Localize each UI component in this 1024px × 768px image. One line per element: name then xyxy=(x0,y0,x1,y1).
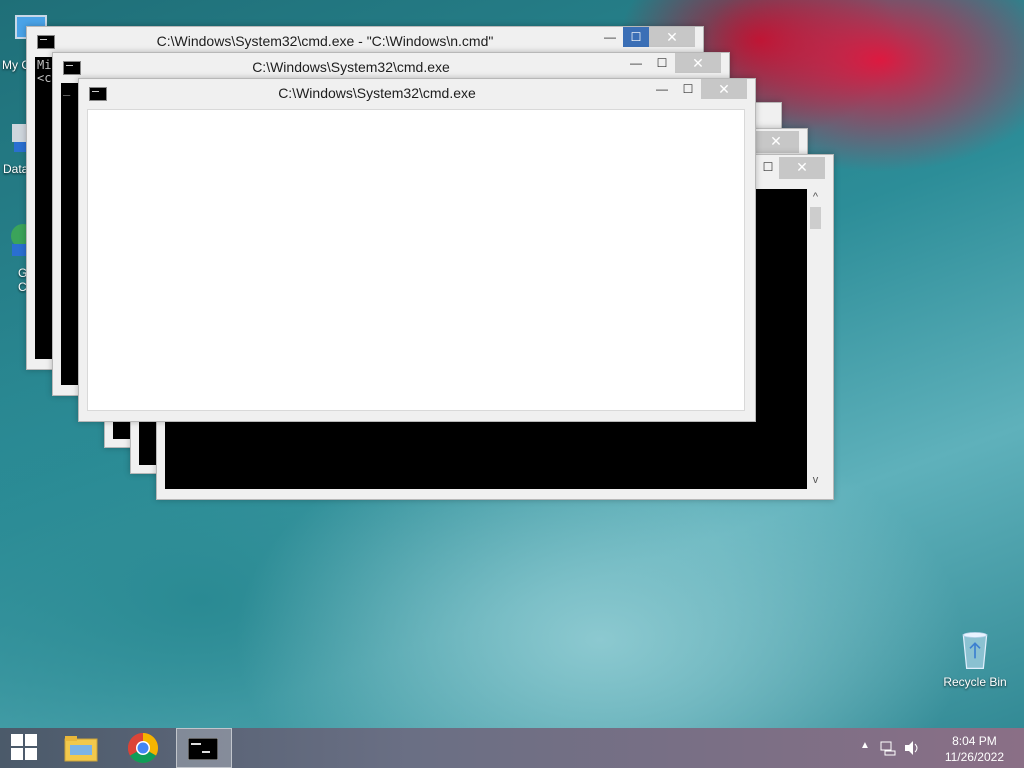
vertical-scrollbar[interactable]: ^ v xyxy=(807,189,824,489)
scroll-up-arrow[interactable]: ^ xyxy=(807,189,824,206)
console-area: _ xyxy=(61,83,79,385)
windows-logo-icon xyxy=(11,734,37,760)
cmd-icon xyxy=(37,35,55,49)
close-button[interactable]: ✕ xyxy=(779,157,825,179)
clock-date: 11/26/2022 xyxy=(944,750,1004,764)
volume-icon[interactable] xyxy=(904,740,922,756)
cmd-icon xyxy=(188,738,218,760)
scroll-down-arrow[interactable]: v xyxy=(807,472,824,489)
system-tray: ▲ xyxy=(854,728,934,768)
folder-icon xyxy=(64,736,98,762)
maximize-button[interactable]: ☐ xyxy=(755,157,781,177)
close-button[interactable]: ✕ xyxy=(649,27,695,47)
cmd-window-front[interactable]: C:\Windows\System32\cmd.exe — ☐ ✕ xyxy=(78,78,756,422)
recycle-bin-icon xyxy=(962,632,988,669)
cmd-icon xyxy=(89,87,107,101)
show-hidden-icons-icon[interactable]: ▲ xyxy=(860,740,870,751)
close-button[interactable]: ✕ xyxy=(701,79,747,99)
title-bar[interactable]: C:\Windows\System32\cmd.exe — ☐ ✕ xyxy=(79,79,755,105)
console-cursor: _ xyxy=(63,82,71,96)
cmd-icon xyxy=(63,61,81,75)
scroll-thumb[interactable] xyxy=(810,207,821,229)
maximize-button[interactable]: ☐ xyxy=(649,53,675,73)
desktop-label-data: Data xyxy=(3,162,29,176)
console-line: <c xyxy=(37,71,52,85)
console-area-blank xyxy=(87,109,745,411)
taskbar-command-prompt[interactable] xyxy=(176,728,232,768)
minimize-button[interactable]: — xyxy=(649,79,675,99)
close-button[interactable]: ✕ xyxy=(753,131,799,153)
maximize-button[interactable]: ☐ xyxy=(623,27,649,47)
start-button[interactable] xyxy=(0,728,50,768)
clock-time: 8:04 PM xyxy=(952,734,997,748)
chrome-icon xyxy=(127,733,159,764)
maximize-button[interactable]: ☐ xyxy=(675,79,701,99)
console-area: Mi <c xyxy=(35,57,53,359)
taskbar-google-chrome[interactable] xyxy=(118,728,168,768)
minimize-button[interactable]: — xyxy=(597,27,623,47)
taskbar: ▲ 8:04 PM 11/26/2022 xyxy=(0,728,1024,768)
taskbar-clock[interactable]: 8:04 PM 11/26/2022 xyxy=(945,733,1004,765)
window-title: C:\Windows\System32\cmd.exe xyxy=(252,59,450,75)
recycle-bin-label: Recycle Bin xyxy=(943,675,1007,689)
window-title: C:\Windows\System32\cmd.exe xyxy=(278,85,476,101)
minimize-button[interactable]: — xyxy=(623,53,649,73)
title-bar[interactable]: C:\Windows\System32\cmd.exe — ☐ ✕ xyxy=(53,53,729,79)
taskbar-file-explorer[interactable] xyxy=(56,728,106,768)
title-bar[interactable]: C:\Windows\System32\cmd.exe - "C:\Window… xyxy=(27,27,703,53)
network-icon[interactable] xyxy=(880,740,896,756)
desktop-icon-recycle-bin[interactable]: Recycle Bin xyxy=(938,630,1012,689)
close-button[interactable]: ✕ xyxy=(675,53,721,73)
window-title: C:\Windows\System32\cmd.exe - "C:\Window… xyxy=(156,33,494,49)
